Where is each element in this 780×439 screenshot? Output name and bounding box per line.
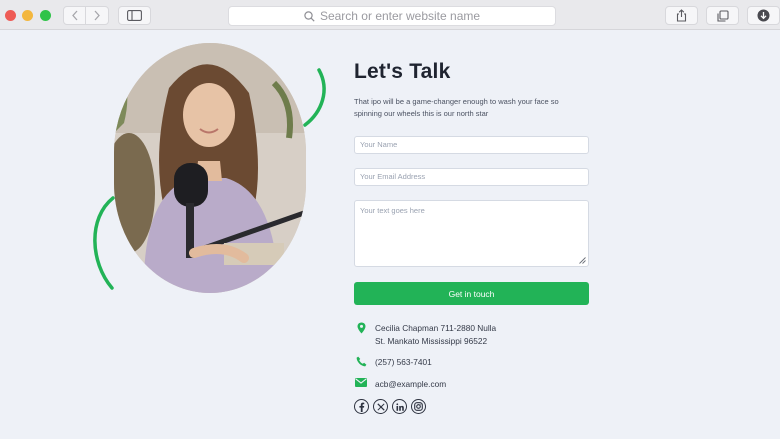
- chevron-left-icon: [71, 10, 77, 21]
- facebook-icon[interactable]: [354, 399, 369, 414]
- download-icon: [757, 9, 770, 22]
- linkedin-icon[interactable]: [392, 399, 407, 414]
- instagram-icon[interactable]: [411, 399, 426, 414]
- address-bar[interactable]: Search or enter website name: [228, 6, 556, 26]
- address-line-1: Cecilia Chapman 711-2880 Nulla: [375, 323, 497, 333]
- email-field[interactable]: Your Email Address: [354, 168, 589, 186]
- contact-email: acb@example.com: [354, 378, 446, 391]
- profile-photo: [114, 43, 306, 293]
- address-line-2: St. Mankato Mississippi 96522: [375, 336, 488, 346]
- social-links: [354, 399, 430, 414]
- contact-phone: (257) 563-7401: [354, 356, 432, 369]
- close-window-button[interactable]: [5, 10, 16, 21]
- tabs-icon: [716, 9, 729, 22]
- minimize-window-button[interactable]: [22, 10, 33, 21]
- address-placeholder: Search or enter website name: [319, 9, 481, 23]
- forward-button[interactable]: [86, 6, 109, 25]
- contact-address: Cecilia Chapman 711-2880 Nulla St. Manka…: [354, 322, 496, 348]
- browser-toolbar: Search or enter website name: [0, 0, 780, 30]
- get-in-touch-button[interactable]: Get in touch: [354, 282, 589, 305]
- zoom-window-button[interactable]: [40, 10, 51, 21]
- chevron-right-icon: [94, 10, 100, 21]
- location-pin-icon: [354, 322, 368, 334]
- email-address[interactable]: acb@example.com: [375, 378, 446, 391]
- page-title: Let's Talk: [354, 60, 451, 83]
- back-button[interactable]: [63, 6, 86, 25]
- message-field[interactable]: Your text goes here: [354, 200, 589, 267]
- share-icon: [676, 9, 687, 22]
- downloads-button[interactable]: [747, 6, 780, 25]
- share-button[interactable]: [665, 6, 698, 25]
- x-icon[interactable]: [373, 399, 388, 414]
- phone-number[interactable]: (257) 563-7401: [375, 356, 432, 369]
- decorative-arc-top: [303, 68, 326, 127]
- decorative-arc-bottom: [93, 196, 115, 290]
- podcaster-illustration: [114, 43, 306, 293]
- phone-icon: [354, 356, 368, 367]
- tabs-overview-button[interactable]: [706, 6, 739, 25]
- mail-icon: [354, 378, 368, 387]
- message-placeholder: Your text goes here: [360, 206, 425, 215]
- resize-handle-icon[interactable]: [579, 257, 586, 264]
- sidebar-icon: [127, 10, 142, 21]
- name-field[interactable]: Your Name: [354, 136, 589, 154]
- page-description: That ipo will be a game-changer enough t…: [354, 97, 559, 118]
- search-icon: [304, 10, 315, 22]
- sidebar-toggle-button[interactable]: [118, 6, 151, 25]
